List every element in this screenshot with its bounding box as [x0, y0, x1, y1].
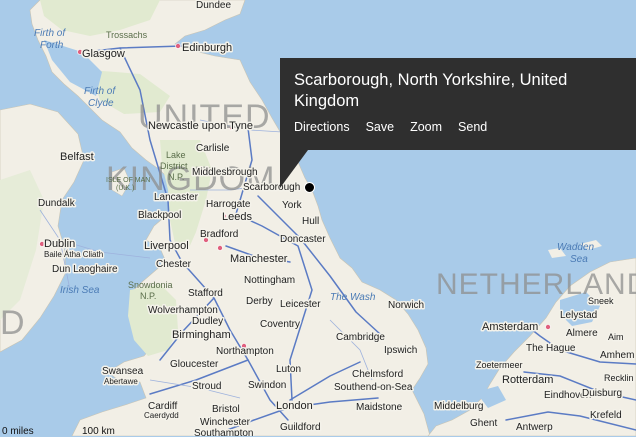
- place-hull: Hull: [302, 216, 319, 227]
- sea-label-irish-sea: Irish Sea: [60, 285, 100, 296]
- place-leicester: Leicester: [280, 299, 321, 310]
- place-aim: Aim: [608, 332, 624, 342]
- place-gloucester: Gloucester: [170, 359, 219, 370]
- place-newcastle: Newcastle upon Tyne: [148, 120, 253, 132]
- place-amsterdam: Amsterdam: [482, 321, 538, 333]
- place-dublin: Dublin: [44, 238, 75, 250]
- place-york: York: [282, 200, 303, 211]
- place-abertawe: Abertawe: [104, 377, 138, 386]
- place-sneek: Sneek: [588, 296, 614, 306]
- popup-title: Scarborough, North Yorkshire, United Kin…: [294, 71, 568, 110]
- place-dundee: Dundee: [196, 0, 231, 11]
- place-wolverhampton: Wolverhampton: [148, 305, 218, 316]
- park-label-lake-district-2: District: [160, 161, 188, 171]
- place-dun-laoghaire: Dun Laoghaire: [52, 264, 118, 275]
- place-nottingham: Nottingham: [244, 275, 295, 286]
- place-winchester: Winchester: [200, 417, 251, 428]
- save-link[interactable]: Save: [366, 120, 395, 134]
- scale-bar: 0 miles 100 km: [0, 426, 180, 437]
- place-baile-atha-cliath: Baile Átha Cliath: [44, 250, 103, 259]
- place-bristol: Bristol: [212, 404, 240, 415]
- place-glasgow: Glasgow: [82, 48, 125, 60]
- place-carlisle: Carlisle: [196, 143, 230, 154]
- place-london: London: [276, 400, 313, 412]
- location-popup: Scarborough, North Yorkshire, United Kin…: [280, 58, 636, 150]
- place-maidstone: Maidstone: [356, 402, 403, 413]
- place-duisburg: Duisburg: [582, 388, 622, 399]
- sea-label-firth-of-clyde-2: Clyde: [88, 98, 114, 109]
- sea-label-the-wash: The Wash: [330, 292, 376, 303]
- place-middlesbrough: Middlesbrough: [192, 167, 258, 178]
- place-guildford: Guildford: [280, 422, 321, 433]
- place-krefeld: Krefeld: [590, 410, 622, 421]
- sea-label-wadden-1: Wadden: [557, 242, 595, 253]
- sea-label-firth-of-forth-2: Forth: [40, 40, 64, 51]
- place-leeds: Leeds: [222, 211, 252, 223]
- place-stroud: Stroud: [192, 381, 221, 392]
- place-swansea: Swansea: [102, 366, 144, 377]
- place-cambridge: Cambridge: [336, 332, 385, 343]
- place-belfast: Belfast: [60, 151, 94, 163]
- place-manchester: Manchester: [230, 253, 288, 265]
- scale-km-label: 100 km: [82, 426, 115, 437]
- park-label-snowdonia-1: Snowdonia: [128, 280, 173, 290]
- country-label-ireland-fragment: D: [0, 304, 26, 342]
- place-chelmsford: Chelmsford: [352, 369, 403, 380]
- park-label-snowdonia-2: N.P.: [140, 291, 156, 301]
- place-chester: Chester: [156, 259, 192, 270]
- place-birmingham: Birmingham: [172, 329, 231, 341]
- place-ipswich: Ipswich: [384, 345, 417, 356]
- place-dudley: Dudley: [192, 316, 223, 327]
- place-lancaster: Lancaster: [154, 192, 199, 203]
- send-link[interactable]: Send: [458, 120, 487, 134]
- place-zoetermeer: Zoetermeer: [476, 360, 523, 370]
- place-swindon: Swindon: [248, 380, 286, 391]
- place-norwich: Norwich: [388, 300, 424, 311]
- place-derby: Derby: [246, 296, 273, 307]
- park-label-trossachs: Trossachs: [106, 30, 148, 40]
- zoom-link[interactable]: Zoom: [410, 120, 442, 134]
- place-southampton: Southampton: [194, 428, 254, 436]
- place-coventry: Coventry: [260, 319, 300, 330]
- place-the-hague: The Hague: [526, 343, 576, 354]
- place-doncaster: Doncaster: [280, 234, 326, 245]
- sea-label-wadden-2: Sea: [570, 254, 588, 265]
- place-antwerp: Antwerp: [516, 422, 553, 433]
- scale-miles-label: 0 miles: [2, 426, 34, 437]
- popup-pointer: [280, 150, 308, 188]
- place-lelystad: Lelystad: [560, 310, 597, 321]
- sea-label-firth-of-clyde-1: Firth of: [84, 86, 116, 97]
- place-ghent: Ghent: [470, 418, 497, 429]
- place-southend: Southend-on-Sea: [334, 382, 413, 393]
- park-label-isle-of-man-2: (U.K.): [116, 185, 134, 192]
- place-luton: Luton: [276, 364, 301, 375]
- place-recklinghausen: Recklin: [604, 373, 634, 383]
- place-dundalk: Dundalk: [38, 198, 76, 209]
- place-blackpool: Blackpool: [138, 210, 181, 221]
- park-label-lake-district-1: Lake: [166, 150, 186, 160]
- park-label-isle-of-man-1: ISLE OF MAN: [106, 177, 150, 184]
- place-middelburg: Middelburg: [434, 401, 483, 412]
- sea-label-firth-of-forth-1: Firth of: [34, 28, 66, 39]
- place-almere: Almere: [566, 328, 598, 339]
- directions-link[interactable]: Directions: [294, 120, 350, 134]
- place-harrogate: Harrogate: [206, 199, 251, 210]
- place-stafford: Stafford: [188, 288, 223, 299]
- place-caerdydd: Caerdydd: [144, 411, 179, 420]
- place-liverpool: Liverpool: [144, 240, 189, 252]
- place-amhem: Amhem: [600, 350, 634, 361]
- place-northampton: Northampton: [216, 346, 274, 357]
- popup-actions: Directions Save Zoom Send: [294, 120, 622, 134]
- place-rotterdam: Rotterdam: [502, 374, 553, 386]
- place-bradford: Bradford: [200, 229, 238, 240]
- place-edinburgh: Edinburgh: [182, 42, 232, 54]
- park-label-lake-district-3: N.P.: [168, 172, 184, 182]
